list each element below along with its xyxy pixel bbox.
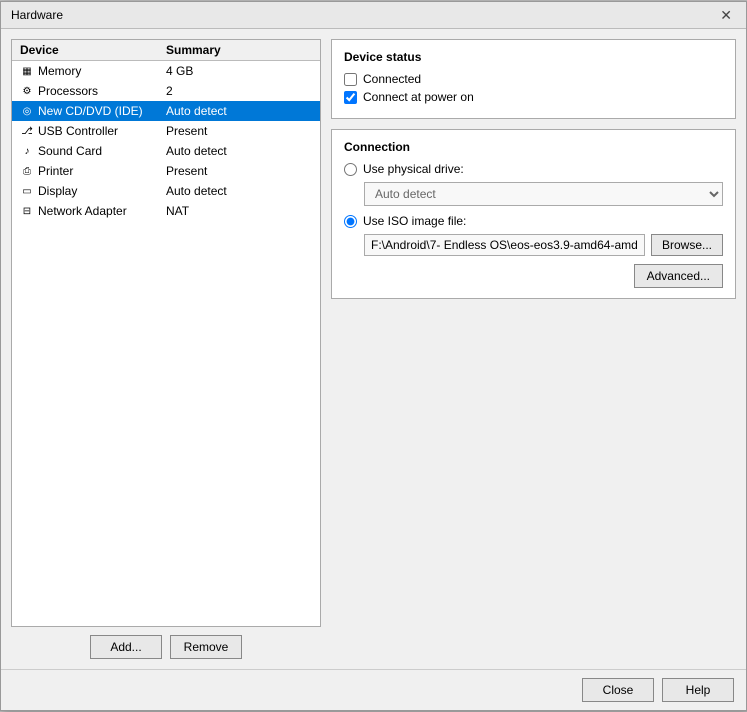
connect-power-row: Connect at power on xyxy=(344,90,723,104)
printer-icon: ⎙ xyxy=(20,164,34,178)
display-name: Display xyxy=(38,184,77,198)
bottom-buttons: Add... Remove xyxy=(11,635,321,659)
close-window-button[interactable]: ✕ xyxy=(716,8,736,22)
device-list-header: Device Summary xyxy=(12,40,320,61)
help-button[interactable]: Help xyxy=(662,678,734,702)
memory-icon: ▦ xyxy=(20,64,34,78)
device-list: Device Summary ▦ Memory 4 GB ⚙ Processors 2 ◎ N… xyxy=(11,39,321,627)
usb-summary: Present xyxy=(166,124,312,138)
network-adapter-summary: NAT xyxy=(166,204,312,218)
connection-section: Connection Use physical drive: Auto dete… xyxy=(331,129,736,299)
col-device-header: Device xyxy=(20,43,166,57)
iso-path-input[interactable] xyxy=(364,234,645,256)
device-row-display[interactable]: ▭ Display Auto detect xyxy=(12,181,320,201)
advanced-row: Advanced... xyxy=(344,264,723,288)
display-summary: Auto detect xyxy=(166,184,312,198)
cd-dvd-name: New CD/DVD (IDE) xyxy=(38,104,143,118)
device-row-usb[interactable]: ⎇ USB Controller Present xyxy=(12,121,320,141)
usb-icon: ⎇ xyxy=(20,124,34,138)
device-row-cd-dvd[interactable]: ◎ New CD/DVD (IDE) Auto detect xyxy=(12,101,320,121)
main-content: Device Summary ▦ Memory 4 GB ⚙ Processors 2 ◎ N… xyxy=(1,29,746,669)
advanced-button[interactable]: Advanced... xyxy=(634,264,723,288)
device-row-network-adapter[interactable]: ⊟ Network Adapter NAT xyxy=(12,201,320,221)
usb-name: USB Controller xyxy=(38,124,118,138)
network-adapter-name: Network Adapter xyxy=(38,204,127,218)
connect-power-checkbox[interactable] xyxy=(344,91,357,104)
device-rows: ▦ Memory 4 GB ⚙ Processors 2 ◎ New CD/DVD (IDE)… xyxy=(12,61,320,221)
sound-card-icon: ♪ xyxy=(20,144,34,158)
connect-power-label: Connect at power on xyxy=(363,90,474,104)
cd-dvd-summary: Auto detect xyxy=(166,104,312,118)
memory-name: Memory xyxy=(38,64,81,78)
physical-drive-radio[interactable] xyxy=(344,163,357,176)
cd-dvd-icon: ◎ xyxy=(20,104,34,118)
display-icon: ▭ xyxy=(20,184,34,198)
connected-label: Connected xyxy=(363,72,421,86)
connected-row: Connected xyxy=(344,72,723,86)
device-status-section: Device status Connected Connect at power… xyxy=(331,39,736,119)
sound-card-summary: Auto detect xyxy=(166,144,312,158)
auto-detect-dropdown[interactable]: Auto detect xyxy=(364,182,723,206)
left-panel: Device Summary ▦ Memory 4 GB ⚙ Processors 2 ◎ N… xyxy=(11,39,321,659)
iso-image-radio[interactable] xyxy=(344,215,357,228)
right-panel: Device status Connected Connect at power… xyxy=(331,39,736,659)
device-row-printer[interactable]: ⎙ Printer Present xyxy=(12,161,320,181)
iso-path-row: Browse... xyxy=(364,234,723,256)
add-button[interactable]: Add... xyxy=(90,635,162,659)
window-title: Hardware xyxy=(11,8,63,22)
device-row-sound-card[interactable]: ♪ Sound Card Auto detect xyxy=(12,141,320,161)
close-button[interactable]: Close xyxy=(582,678,654,702)
connected-checkbox[interactable] xyxy=(344,73,357,86)
col-summary-header: Summary xyxy=(166,43,312,57)
printer-summary: Present xyxy=(166,164,312,178)
physical-drive-row: Use physical drive: xyxy=(344,162,723,176)
memory-summary: 4 GB xyxy=(166,64,312,78)
processors-icon: ⚙ xyxy=(20,84,34,98)
device-row-processors[interactable]: ⚙ Processors 2 xyxy=(12,81,320,101)
auto-detect-row: Auto detect xyxy=(364,182,723,206)
remove-button[interactable]: Remove xyxy=(170,635,242,659)
connection-title: Connection xyxy=(344,140,723,154)
browse-button[interactable]: Browse... xyxy=(651,234,723,256)
title-bar: Hardware ✕ xyxy=(1,2,746,29)
device-status-title: Device status xyxy=(344,50,723,64)
processors-summary: 2 xyxy=(166,84,312,98)
printer-name: Printer xyxy=(38,164,73,178)
processors-name: Processors xyxy=(38,84,98,98)
network-adapter-icon: ⊟ xyxy=(20,204,34,218)
device-row-memory[interactable]: ▦ Memory 4 GB xyxy=(12,61,320,81)
iso-image-row: Use ISO image file: xyxy=(344,214,723,228)
iso-image-label: Use ISO image file: xyxy=(363,214,466,228)
hardware-dialog: Hardware ✕ Device Summary ▦ Memory 4 GB ⚙ Pr… xyxy=(0,1,747,711)
footer: Close Help xyxy=(1,669,746,710)
physical-drive-label: Use physical drive: xyxy=(363,162,464,176)
sound-card-name: Sound Card xyxy=(38,144,102,158)
